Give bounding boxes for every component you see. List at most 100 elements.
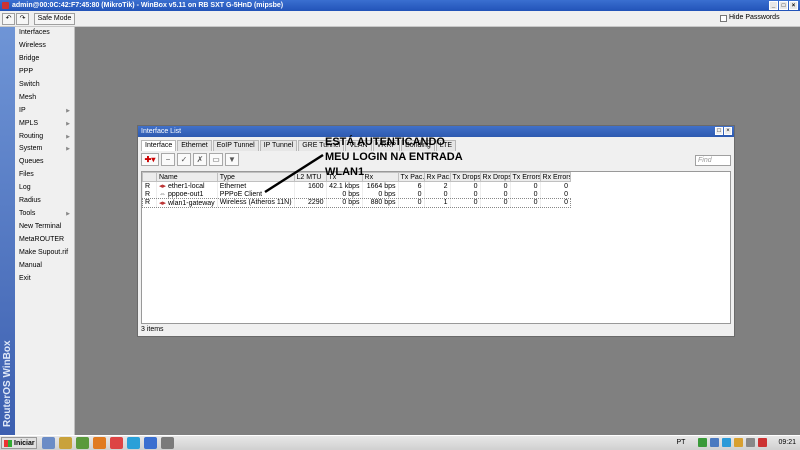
column-header[interactable]: Tx Pac... (397, 172, 425, 182)
pppoe-icon: ⇔ (159, 190, 168, 198)
sidebar-item-tools[interactable]: Tools ▶ (15, 208, 74, 221)
close-button[interactable]: × (789, 1, 798, 10)
tray-security-icon[interactable] (698, 438, 708, 447)
interface-name: pppoe-out1 (167, 190, 204, 198)
sidebar-item-manual[interactable]: Manual (15, 260, 74, 273)
column-header[interactable]: Tx Errors (509, 172, 541, 182)
annotation-line-1: ESTÁ AUTENTICANDO (325, 136, 445, 148)
table-row[interactable]: R ◂▸ wlan1-gateway Wireless (Atheros 11N) 2… (141, 197, 572, 208)
column-header[interactable]: Rx (361, 172, 399, 182)
filter-icon[interactable]: ▼ (225, 153, 239, 166)
tray-volume-icon[interactable] (746, 438, 756, 447)
sidebar-item-interfaces[interactable]: Interfaces (15, 27, 74, 40)
cell-txd: 0 (449, 190, 481, 199)
start-label: Iniciar (14, 440, 35, 447)
add-button[interactable]: ✚▾ (141, 153, 159, 166)
tab-ethernet[interactable]: Ethernet (177, 140, 212, 151)
tray-skype-icon[interactable] (722, 438, 732, 447)
table-row[interactable]: R ◂▸ ether1-local Ethernet 1600 42.1 kbps 166… (142, 181, 571, 190)
disable-button[interactable]: ✗ (193, 153, 207, 166)
tray-alert-icon[interactable] (758, 438, 768, 447)
language-indicator[interactable]: PT (677, 439, 686, 446)
find-input[interactable]: Find (695, 155, 731, 166)
sidebar-item-label: Mesh (19, 93, 37, 101)
cell-txe: 0 (509, 181, 541, 190)
sidebar-item-queues[interactable]: Queues (15, 156, 74, 169)
cell-l2mtu: 1600 (293, 181, 327, 190)
firefox-icon[interactable] (93, 437, 106, 449)
tab-ip-tunnel[interactable]: IP Tunnel (259, 140, 298, 151)
sidebar-item-new-terminal[interactable]: New Terminal (15, 221, 74, 234)
cell-l2mtu (293, 190, 327, 199)
sidebar-item-make-supout-rif[interactable]: Make Supout.rif (15, 247, 74, 260)
undo-button[interactable]: ↶ (2, 13, 15, 25)
cell-rxp: 1 (423, 198, 451, 207)
tray-app-icon[interactable] (734, 438, 744, 447)
clock: 09:21 (778, 439, 796, 446)
safe-mode-button[interactable]: Safe Mode (34, 13, 75, 25)
media-player-icon[interactable] (76, 437, 89, 449)
submenu-arrow-icon: ▶ (66, 120, 70, 127)
cell-name: ◂▸ ether1-local (156, 181, 218, 190)
column-header[interactable] (142, 172, 157, 182)
sidebar-item-files[interactable]: Files (15, 169, 74, 182)
column-header[interactable]: Rx Errors (539, 172, 571, 182)
remove-button[interactable]: − (161, 153, 175, 166)
column-header[interactable]: Type (216, 172, 295, 182)
cell-type: Ethernet (216, 181, 295, 190)
column-header[interactable]: Name (156, 172, 218, 182)
sidebar-item-label: Queues (19, 158, 44, 166)
cell-rxe: 0 (539, 181, 571, 190)
sidebar-item-system[interactable]: System ▶ (15, 143, 74, 156)
tab-eoip-tunnel[interactable]: EoIP Tunnel (212, 140, 259, 151)
chrome-icon[interactable] (110, 437, 123, 449)
ie-icon[interactable] (42, 437, 55, 449)
sidebar-item-radius[interactable]: Radius (15, 195, 74, 208)
winbox-task-icon[interactable] (144, 437, 157, 449)
cell-type: Wireless (Atheros 11N) (216, 198, 295, 207)
skype-icon[interactable] (127, 437, 140, 449)
sidebar-menu: Interfaces Wireless Bridge PPP Switch Mesh IP ▶… (15, 27, 75, 435)
hide-passwords-checkbox[interactable] (720, 15, 727, 22)
sidebar-item-mesh[interactable]: Mesh (15, 92, 74, 105)
column-header[interactable]: Rx Pac... (423, 172, 451, 182)
enable-button[interactable]: ✓ (177, 153, 191, 166)
cell-rx: 0 bps (361, 190, 399, 199)
sidebar-item-ppp[interactable]: PPP (15, 66, 74, 79)
maximize-button[interactable]: □ (779, 1, 788, 10)
cell-name: ⇔ pppoe-out1 (156, 190, 218, 199)
sidebar-item-metarouter[interactable]: MetaROUTER (15, 234, 74, 247)
column-header[interactable]: Rx Drops (479, 172, 511, 182)
interface-table: NameTypeL2 MTUTxRxTx Pac...Rx Pac...Tx D… (141, 171, 731, 324)
sidebar-item-log[interactable]: Log (15, 182, 74, 195)
redo-button[interactable]: ↷ (16, 13, 29, 25)
folder-icon[interactable] (59, 437, 72, 449)
column-header[interactable]: L2 MTU (293, 172, 327, 182)
tray-network-icon[interactable] (710, 438, 720, 447)
child-close-button[interactable]: × (724, 127, 732, 135)
start-button[interactable]: Iniciar (1, 437, 37, 449)
cell-rxp: 2 (423, 181, 451, 190)
sidebar-item-bridge[interactable]: Bridge (15, 53, 74, 66)
sidebar-item-ip[interactable]: IP ▶ (15, 105, 74, 118)
sidebar-item-switch[interactable]: Switch (15, 79, 74, 92)
child-maximize-button[interactable]: □ (715, 127, 723, 135)
cell-txe: 0 (509, 190, 541, 199)
cell-rxp: 0 (423, 190, 451, 199)
sidebar-item-routing[interactable]: Routing ▶ (15, 131, 74, 144)
table-row[interactable]: R ⇔ pppoe-out1 PPPoE Client 0 bps 0 bps 0 0 0 0 0… (142, 190, 571, 199)
column-header[interactable]: Tx Drops (449, 172, 481, 182)
list-toolbar: ✚▾ − ✓ ✗ ▭ ▼ (141, 153, 239, 167)
window-titlebar[interactable]: admin@00:0C:42:F7:45:80 (MikroTik) - Win… (0, 0, 800, 11)
sidebar-item-label: MPLS (19, 119, 39, 127)
sidebar-item-exit[interactable]: Exit (15, 273, 74, 286)
sidebar-item-label: MetaROUTER (19, 236, 65, 243)
comment-button[interactable]: ▭ (209, 153, 223, 166)
tab-interface[interactable]: Interface (141, 140, 177, 151)
sidebar-item-wireless[interactable]: Wireless (15, 40, 74, 53)
sidebar-item-label: Radius (19, 197, 41, 205)
app-task-icon[interactable] (161, 437, 174, 449)
sidebar-item-mpls[interactable]: MPLS ▶ (15, 118, 74, 131)
minimize-button[interactable]: _ (769, 1, 778, 10)
interface-icon: ◂▸ (159, 183, 168, 190)
